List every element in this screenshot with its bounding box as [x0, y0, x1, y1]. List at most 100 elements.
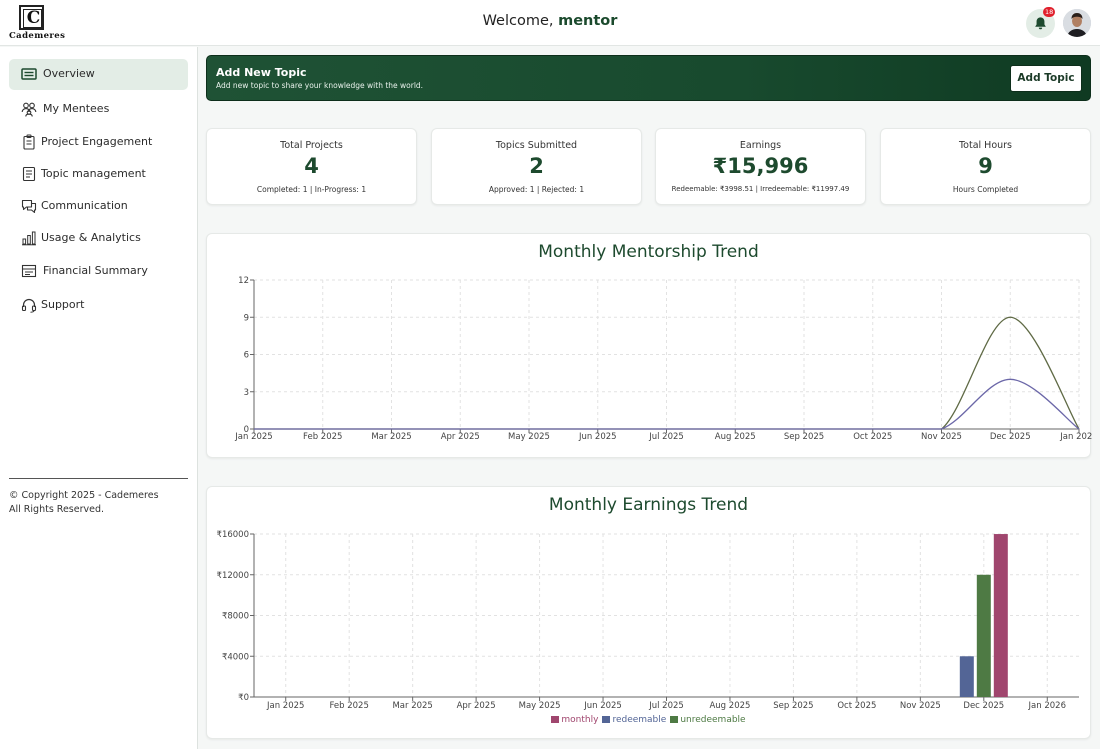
x-tick-label: Dec 2025 [990, 432, 1031, 442]
welcome-message: Welcome, mentor [0, 13, 1100, 29]
stat-subtext: Hours Completed [952, 185, 1019, 194]
series-line-2 [254, 378, 1080, 430]
stat-value: 9 [978, 154, 993, 178]
sidebar-item-overview[interactable]: Overview [9, 59, 188, 90]
copyright-line: All Rights Reserved. [9, 504, 105, 515]
y-tick-label: 3 [244, 388, 249, 398]
x-tick-label: Apr 2025 [457, 701, 496, 711]
x-tick-label: Jul 2025 [648, 432, 684, 442]
notifications-button[interactable]: 18 [1026, 7, 1056, 38]
document-icon [22, 166, 36, 182]
stat-title: Earnings [739, 140, 782, 151]
stat-subtext: Approved: 1 | Rejected: 1 [488, 185, 585, 194]
stat-value: ₹15,996 [712, 154, 809, 178]
avatar-image [1063, 9, 1091, 37]
y-tick-label: 12 [238, 276, 249, 286]
add-topic-banner: Add New Topic Add new topic to share you… [206, 55, 1091, 101]
sidebar-item-label: Support [41, 298, 85, 311]
legend-label: monthly [561, 715, 599, 725]
sidebar-item-label: Usage & Analytics [41, 231, 141, 244]
sidebar-item-label: My Mentees [43, 102, 110, 115]
notification-badge: 18 [1043, 7, 1056, 17]
sidebar-item-project-engagement[interactable]: Project Engagement [9, 127, 188, 158]
stat-card-total-hours: Total Hours 9 Hours Completed [880, 128, 1091, 205]
stat-title: Total Hours [958, 140, 1013, 151]
x-tick-label: Aug 2025 [709, 701, 750, 711]
y-tick-label: ₹12000 [217, 571, 249, 581]
x-tick-label: Jul 2025 [648, 701, 684, 711]
sidebar-item-label: Overview [43, 67, 95, 80]
bar-chart-icon [22, 231, 36, 246]
y-tick-label: ₹0 [238, 693, 249, 703]
x-tick-label: Sep 2025 [773, 701, 813, 711]
stat-card-total-projects: Total Projects 4 Completed: 1 | In-Progr… [206, 128, 417, 205]
stat-subtext: Completed: 1 | In-Progress: 1 [256, 185, 367, 194]
earnings-trend-panel: ₹0 ₹4000 ₹8000 ₹12000 ₹16000 Jan 2025 Feb 2025… [206, 486, 1091, 739]
y-tick-label: 9 [244, 313, 249, 323]
y-tick-label: ₹16000 [217, 530, 249, 540]
stat-subtext: Redeemable: ₹3998.51 | Irredeemable: ₹11… [671, 185, 850, 193]
x-tick-label: Mar 2025 [371, 432, 411, 442]
sidebar-item-label: Project Engagement [41, 135, 153, 148]
mentorship-trend-panel: 0 3 6 9 12 Jan 2025 Feb 2025 Mar 2025 Apr 2025 Ma… [206, 233, 1092, 458]
x-tick-label: Jan 2025 [266, 701, 304, 711]
stat-title: Total Projects [280, 140, 343, 151]
sidebar-item-usage-analytics[interactable]: Usage & Analytics [9, 223, 188, 254]
stat-card-topics-submitted: Topics Submitted 2 Approved: 1 | Rejecte… [431, 128, 642, 205]
stat-value: 2 [529, 154, 544, 178]
sidebar-item-label: Topic management [41, 167, 146, 180]
clipboard-icon [23, 134, 35, 150]
sidebar-item-label: Financial Summary [43, 264, 148, 277]
x-tick-label: Jan 2025 [234, 432, 272, 442]
logo-text: Cademeres [9, 31, 66, 41]
x-tick-label: Aug 2025 [715, 432, 756, 442]
legend-item-redeemable[interactable]: redeemable [602, 715, 666, 725]
x-tick-label: May 2025 [519, 701, 561, 711]
x-tick-label: Mar 2025 [392, 701, 432, 711]
x-tick-label: Dec 2025 [963, 701, 1004, 711]
chart-title: Monthly Earnings Trend [548, 495, 749, 515]
sidebar-item-support[interactable]: Support [9, 290, 188, 321]
sidebar-item-topic-management[interactable]: Topic management [9, 159, 188, 190]
add-topic-button[interactable]: Add Topic [1010, 65, 1082, 92]
logo-mark: C [19, 5, 44, 30]
top-header: C Cademeres Welcome, mentor 18 [0, 0, 1100, 46]
sidebar: Overview My Mentees Project Engagement T… [0, 47, 198, 749]
stat-value: 4 [304, 154, 319, 178]
sidebar-item-communication[interactable]: Communication [9, 191, 188, 222]
ledger-icon [21, 264, 37, 278]
copyright: © Copyright 2025 - Cademeres All Rights … [9, 489, 159, 517]
x-tick-label: Feb 2025 [303, 432, 342, 442]
x-tick-label: Jan 2026 [1059, 432, 1092, 442]
mentorship-trend-chart: 036912Jan 2025 Feb 2025 Mar 2025 Apr 2025 Ma… [234, 276, 1092, 442]
x-tick-label: Apr 2025 [441, 432, 480, 442]
welcome-prefix: Welcome, [482, 13, 554, 29]
x-tick-label: Nov 2025 [900, 701, 941, 711]
x-tick-label: Feb 2025 [329, 701, 368, 711]
mentees-icon [21, 102, 37, 117]
logo-letter: C [26, 8, 41, 28]
chart-legend: monthly redeemable unredeemable [207, 715, 1090, 725]
legend-label: unredeemable [680, 715, 746, 725]
legend-swatch [670, 715, 679, 723]
x-tick-label: Nov 2025 [921, 432, 962, 442]
sidebar-item-my-mentees[interactable]: My Mentees [9, 94, 188, 125]
sidebar-item-financial-summary[interactable]: Financial Summary [9, 256, 188, 287]
x-tick-label: Oct 2025 [853, 432, 892, 442]
legend-label: redeemable [612, 715, 667, 725]
x-tick-label: Jun 2025 [578, 432, 617, 442]
legend-item-monthly[interactable]: monthly [551, 715, 598, 725]
legend-item-unredeemable[interactable]: unredeemable [670, 715, 746, 725]
overview-icon [21, 68, 37, 80]
x-tick-label: Oct 2025 [837, 701, 876, 711]
banner-title: Add New Topic [216, 66, 307, 79]
earnings-trend-chart: ₹0 ₹4000 ₹8000 ₹12000 ₹16000 Jan 2025 Feb 2025… [217, 530, 1079, 711]
copyright-line: © Copyright 2025 - Cademeres [9, 490, 159, 501]
username: mentor [558, 13, 618, 29]
stat-title: Topics Submitted [495, 140, 578, 151]
stat-card-earnings: Earnings ₹15,996 Redeemable: ₹3998.51 | … [655, 128, 866, 205]
legend-swatch [551, 715, 560, 723]
user-avatar[interactable] [1063, 9, 1091, 37]
bar-unredeemable [976, 574, 991, 697]
legend-swatch [602, 715, 611, 723]
